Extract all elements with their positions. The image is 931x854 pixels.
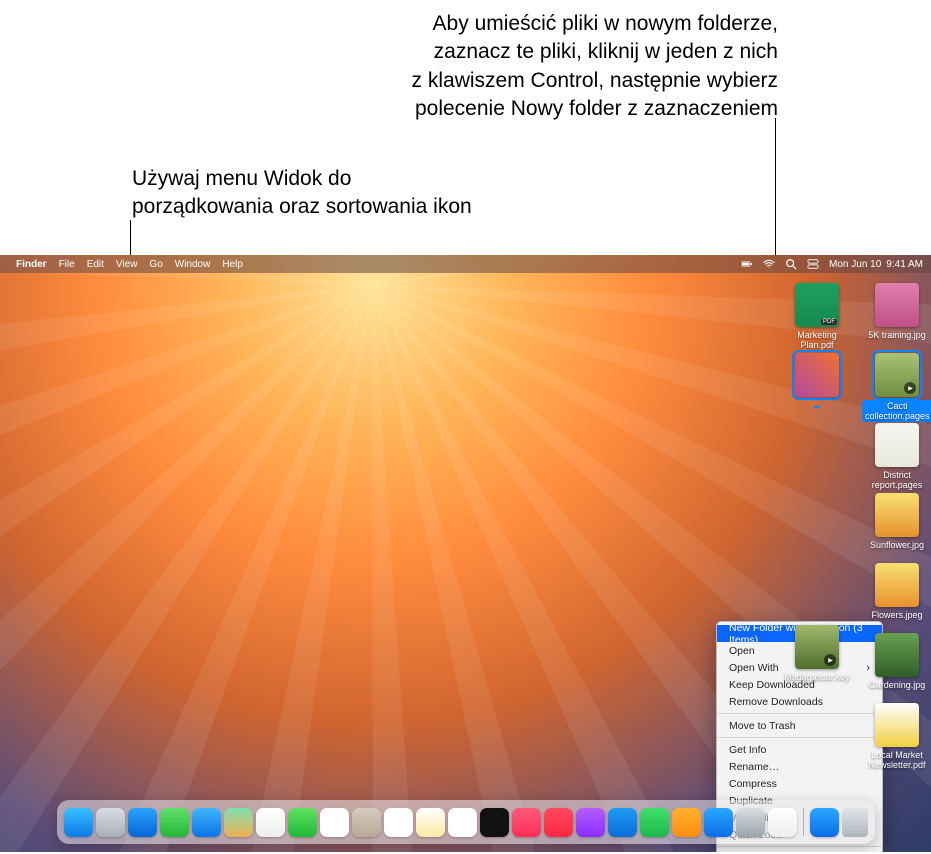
menu-item-label: Open With — [729, 662, 779, 674]
menu-separator — [717, 846, 882, 847]
file-thumbnail — [795, 353, 839, 397]
file-thumbnail — [875, 563, 919, 607]
menu-item[interactable]: Rename… — [717, 758, 882, 775]
desktop-file[interactable]: 5K training.jpg — [862, 283, 931, 340]
dock-app-messages[interactable] — [160, 808, 189, 837]
annotation-new-folder: Aby umieścić pliki w nowym folderze, zaz… — [258, 10, 778, 123]
dock-app-music[interactable] — [512, 808, 541, 837]
menu-item[interactable]: Copy — [717, 850, 882, 852]
menu-item-label: Remove Downloads — [729, 696, 823, 708]
dock-app-appstore[interactable] — [704, 808, 733, 837]
file-label: Local Market Newsletter.pdf — [862, 750, 931, 770]
file-thumbnail — [875, 633, 919, 677]
dock-app-keynote[interactable] — [608, 808, 637, 837]
dock-downloads[interactable] — [810, 808, 839, 837]
menu-item-label: Compress — [729, 778, 777, 790]
dock-app-maps[interactable] — [224, 808, 253, 837]
dock-app-iphone-mirroring[interactable] — [768, 808, 797, 837]
menubar-file[interactable]: File — [59, 259, 75, 270]
wifi-icon[interactable] — [763, 258, 775, 270]
menubar-date[interactable]: Mon Jun 10 — [829, 259, 881, 270]
dock-app-settings[interactable] — [736, 808, 765, 837]
desktop-file[interactable]: Cacti collection.pages — [862, 353, 931, 422]
desktop-file[interactable]: Local Market Newsletter.pdf — [862, 703, 931, 770]
dock-app-launchpad[interactable] — [96, 808, 125, 837]
dock-app-news[interactable] — [544, 808, 573, 837]
file-thumbnail — [875, 353, 919, 397]
menu-item-label: Rename… — [729, 761, 779, 773]
menu-item[interactable]: Compress — [717, 775, 882, 792]
dock-app-podcasts[interactable] — [576, 808, 605, 837]
file-label: Cacti collection.pages — [862, 400, 931, 422]
file-thumbnail — [875, 283, 919, 327]
menu-item[interactable]: Remove Downloads — [717, 693, 882, 710]
file-label — [814, 406, 820, 408]
dock-app-contacts[interactable] — [352, 808, 381, 837]
dock-separator — [803, 808, 804, 836]
file-label: Gardening.jpg — [862, 680, 931, 690]
menu-item[interactable]: Get Info — [717, 741, 882, 758]
file-thumbnail — [875, 703, 919, 747]
dock-app-calendar[interactable] — [320, 808, 349, 837]
dock-app-finder[interactable] — [64, 808, 93, 837]
dock-app-tv[interactable] — [480, 808, 509, 837]
menu-item-label: Open — [729, 645, 755, 657]
menu-item[interactable]: Move to Trash — [717, 717, 882, 734]
spotlight-icon[interactable] — [785, 258, 797, 270]
desktop-file[interactable]: Madagascar.key — [782, 625, 852, 682]
file-thumbnail — [875, 423, 919, 467]
menubar: Finder File Edit View Go Window Help Mon… — [0, 255, 931, 273]
desktop-file[interactable] — [782, 353, 852, 410]
annotation-view-menu: Używaj menu Widok do porządkowania oraz … — [132, 165, 552, 222]
control-center-icon[interactable] — [807, 258, 819, 270]
menubar-window[interactable]: Window — [175, 259, 211, 270]
menu-separator — [717, 737, 882, 738]
dock — [57, 800, 875, 844]
menubar-help[interactable]: Help — [222, 259, 243, 270]
dock-app-reminders[interactable] — [384, 808, 413, 837]
play-badge-icon — [904, 382, 916, 394]
menubar-view[interactable]: View — [116, 259, 138, 270]
file-thumbnail — [875, 493, 919, 537]
menubar-go[interactable]: Go — [149, 259, 162, 270]
desktop-file[interactable]: Gardening.jpg — [862, 633, 931, 690]
dock-trash[interactable] — [842, 808, 868, 837]
dock-app-facetime[interactable] — [288, 808, 317, 837]
mac-desktop: Finder File Edit View Go Window Help Mon… — [0, 255, 931, 852]
file-thumbnail — [795, 625, 839, 669]
menubar-edit[interactable]: Edit — [87, 259, 104, 270]
desktop-file[interactable]: District report.pages — [862, 423, 931, 490]
dock-app-numbers[interactable] — [640, 808, 669, 837]
file-label: Sunflower.jpg — [862, 540, 931, 550]
menu-item-label: Move to Trash — [729, 720, 796, 732]
dock-app-pages[interactable] — [672, 808, 701, 837]
file-thumbnail — [795, 283, 839, 327]
file-label: 5K training.jpg — [862, 330, 931, 340]
callout-line — [130, 220, 131, 255]
file-label: District report.pages — [862, 470, 931, 490]
dock-app-freeform[interactable] — [448, 808, 477, 837]
desktop-file[interactable]: Marketing Plan.pdf — [782, 283, 852, 350]
file-label: Flowers.jpeg — [862, 610, 931, 620]
dock-app-notes[interactable] — [416, 808, 445, 837]
menu-item-label: Get Info — [729, 744, 766, 756]
dock-app-mail[interactable] — [192, 808, 221, 837]
file-label: Madagascar.key — [782, 672, 852, 682]
play-badge-icon — [824, 654, 836, 666]
menubar-time[interactable]: 9:41 AM — [886, 259, 923, 270]
desktop-file[interactable]: Flowers.jpeg — [862, 563, 931, 620]
dock-app-safari[interactable] — [128, 808, 157, 837]
desktop-file[interactable]: Sunflower.jpg — [862, 493, 931, 550]
menu-separator — [717, 713, 882, 714]
dock-app-photos[interactable] — [256, 808, 285, 837]
menubar-app-name[interactable]: Finder — [16, 259, 47, 270]
battery-icon[interactable] — [741, 258, 753, 270]
file-label: Marketing Plan.pdf — [782, 330, 852, 350]
